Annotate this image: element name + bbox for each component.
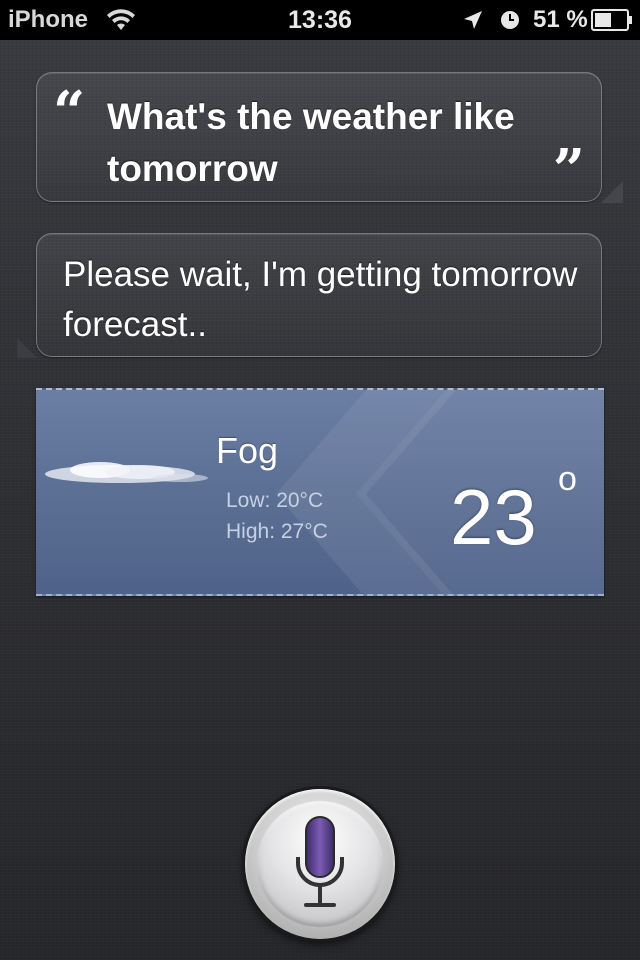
alarm-clock-icon — [499, 9, 521, 36]
siri-response-bubble: Please wait, I'm getting tomorrow foreca… — [17, 233, 602, 358]
weather-condition: Fog — [216, 430, 279, 471]
battery-percent: 51 % — [533, 6, 588, 33]
open-quote-mark: “ — [53, 79, 86, 145]
status-bar: iPhone 13:36 51 % — [0, 0, 640, 40]
siri-mic-button[interactable] — [245, 789, 395, 939]
low-temperature: Low: 20°C — [226, 489, 324, 512]
current-temperature: 23 — [450, 473, 537, 561]
battery-icon — [591, 9, 633, 36]
user-query-text: What's the weather like tomorrow — [107, 96, 515, 189]
siri-response-text: Please wait, I'm getting tomorrow foreca… — [63, 255, 578, 344]
degree-symbol: o — [558, 460, 577, 498]
mic-button-face[interactable] — [257, 801, 383, 927]
user-query-bubble[interactable]: “ What's the weather like tomorrow ” — [36, 72, 623, 203]
high-temperature: High: 27°C — [226, 520, 328, 543]
close-quote-mark: ” — [552, 137, 585, 203]
weather-card[interactable]: Fog Low: 20°C High: 27°C 23 o — [36, 388, 604, 596]
fog-cloud-icon — [40, 454, 210, 499]
location-arrow-icon — [462, 9, 484, 36]
microphone-icon — [292, 815, 348, 920]
